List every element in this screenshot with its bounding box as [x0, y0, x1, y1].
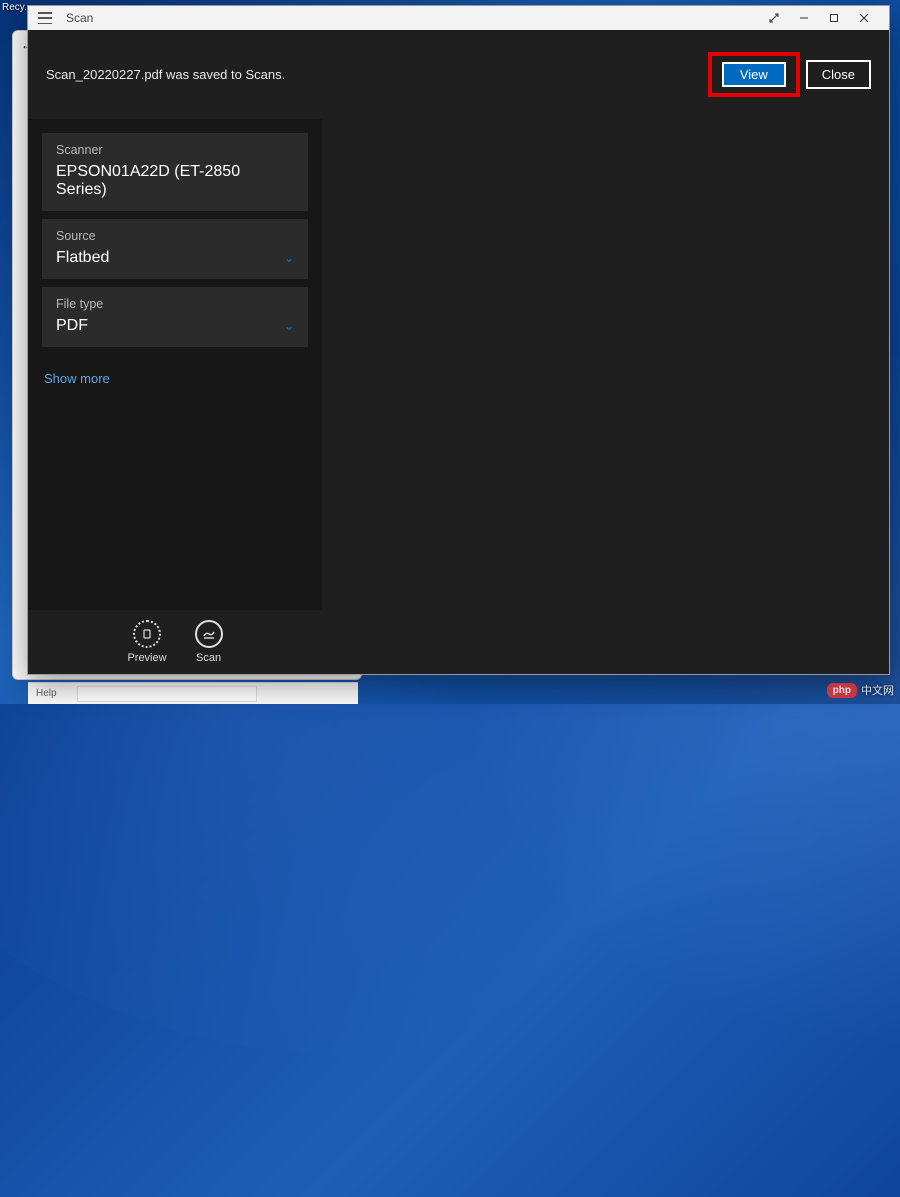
source-value: Flatbed: [56, 249, 109, 267]
preview-icon: [133, 620, 161, 648]
chevron-down-icon[interactable]: ⌄: [284, 251, 294, 265]
maximize-icon[interactable]: [819, 7, 849, 29]
scan-icon: [195, 620, 223, 648]
preview-area: [322, 119, 889, 674]
titlebar: Scan: [28, 6, 889, 30]
close-icon[interactable]: [849, 7, 879, 29]
filetype-value: PDF: [56, 317, 88, 335]
scan-label: Scan: [196, 652, 221, 664]
app-body: Scan_20220227.pdf was saved to Scans. Vi…: [28, 30, 889, 674]
minimize-icon[interactable]: [789, 7, 819, 29]
side-panel: Scanner EPSON01A22D (ET-2850 Series) Sou…: [28, 119, 322, 674]
scanner-value: EPSON01A22D (ET-2850 Series): [56, 163, 294, 199]
taskbar-help-label: Help: [36, 688, 57, 699]
hamburger-icon[interactable]: [38, 12, 52, 24]
scanner-card[interactable]: Scanner EPSON01A22D (ET-2850 Series): [42, 133, 308, 211]
watermark-text: 中文网: [861, 682, 894, 698]
taskbar-search[interactable]: [77, 686, 257, 702]
filetype-label: File type: [56, 297, 294, 311]
source-card[interactable]: Source Flatbed ⌄: [42, 219, 308, 279]
watermark-badge: php: [827, 683, 857, 698]
taskbar: Help: [28, 682, 358, 704]
action-bar: Preview Scan: [28, 610, 322, 674]
source-label: Source: [56, 229, 294, 243]
content-area: Scanner EPSON01A22D (ET-2850 Series) Sou…: [28, 119, 889, 674]
notification-bar: Scan_20220227.pdf was saved to Scans. Vi…: [28, 30, 889, 119]
expand-icon[interactable]: [759, 7, 789, 29]
scan-button[interactable]: Scan: [195, 620, 223, 664]
close-button[interactable]: Close: [806, 60, 871, 89]
show-more-link[interactable]: Show more: [42, 355, 308, 402]
chevron-down-icon[interactable]: ⌄: [284, 319, 294, 333]
highlight-annotation: View: [708, 52, 800, 97]
view-button[interactable]: View: [722, 62, 786, 87]
scan-app-window: Scan Scan_20220227.pdf was saved to Scan…: [27, 5, 890, 675]
scanner-label: Scanner: [56, 143, 294, 157]
preview-button[interactable]: Preview: [127, 620, 166, 664]
watermark: php 中文网: [827, 682, 894, 698]
preview-label: Preview: [127, 652, 166, 664]
save-message: Scan_20220227.pdf was saved to Scans.: [46, 67, 285, 82]
filetype-card[interactable]: File type PDF ⌄: [42, 287, 308, 347]
window-title: Scan: [66, 11, 93, 25]
